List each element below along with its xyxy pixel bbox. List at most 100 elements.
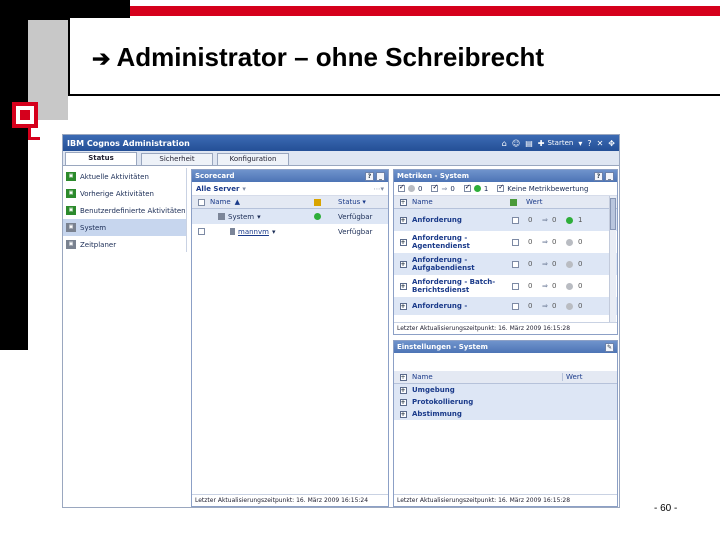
- metrics-header: Metriken - System ? _: [394, 170, 617, 182]
- row-checkbox[interactable]: [512, 216, 519, 224]
- status-ok-icon: [314, 213, 321, 220]
- table-row[interactable]: + Anforderung - 0 ⇒ 0 0: [394, 297, 617, 315]
- system-icon: ▣: [66, 223, 76, 232]
- column-name[interactable]: Name: [412, 373, 562, 381]
- left-navigation: ▣ Aktuelle Aktivitäten ▣ Vorherige Aktivit…: [63, 168, 187, 252]
- help-icon[interactable]: ?: [587, 139, 591, 148]
- settings-column-header: + Name Wert: [394, 371, 617, 384]
- expand-icon[interactable]: +: [399, 216, 407, 224]
- scroll-thumb[interactable]: [610, 198, 616, 230]
- help-icon[interactable]: ?: [365, 171, 374, 181]
- expand-icon[interactable]: +: [399, 398, 407, 406]
- column-status[interactable]: Status ▾: [338, 198, 388, 206]
- slide: ➔ Administrator – ohne Schreibrecht IBM C…: [0, 0, 720, 540]
- expand-icon[interactable]: +: [399, 302, 407, 310]
- status-unknown-icon: [566, 282, 573, 290]
- metrics-scrollbar[interactable]: [609, 196, 616, 322]
- table-row[interactable]: + Anforderung - Batch- Berichtsdienst 0 ⇒…: [394, 275, 617, 297]
- scorecard-toolbar: Alle Server ▾ ⋯▾: [192, 182, 388, 196]
- column-name[interactable]: Name ▲: [210, 198, 314, 206]
- expand-all-icon[interactable]: +: [399, 198, 407, 206]
- filter-checkbox[interactable]: [497, 183, 505, 192]
- metric-type-icon: [510, 198, 517, 206]
- trend-icon: ⇒: [441, 184, 448, 193]
- table-row[interactable]: mannvm ▾ Verfügbar: [192, 224, 388, 239]
- edit-icon[interactable]: ✎: [605, 342, 614, 352]
- filter-checkbox[interactable]: [398, 183, 405, 192]
- settings-footer: Letzter Aktualisierungszeitpunkt: 16. Mä…: [394, 494, 617, 506]
- expand-all-icon[interactable]: +: [399, 373, 407, 381]
- metrics-filter-bar: 0 ⇒ 0 1 Keine Metrikbewertung: [394, 182, 617, 196]
- chevron-down-icon[interactable]: ▾: [272, 228, 276, 236]
- column-name[interactable]: Name: [412, 198, 510, 206]
- close-icon[interactable]: ✕: [597, 139, 604, 148]
- system-icon: [218, 213, 225, 220]
- home-icon[interactable]: ⌂: [502, 139, 507, 148]
- arrow-right-icon: ➔: [92, 46, 111, 71]
- expand-icon[interactable]: ✥: [608, 139, 615, 148]
- table-row[interactable]: + Anforderung - Aufgabendienst 0 ⇒ 0 0: [394, 253, 617, 275]
- new-icon[interactable]: ✚: [538, 139, 545, 148]
- trend-icon: ⇒: [542, 282, 548, 290]
- expand-icon[interactable]: +: [399, 282, 407, 290]
- table-row[interactable]: System ▾ Verfügbar: [192, 209, 388, 224]
- row-checkbox[interactable]: [197, 228, 205, 235]
- status-ok-icon: [566, 216, 573, 224]
- settings-panel: Einstellungen - System ✎ + Name Wert + U…: [393, 340, 618, 507]
- red-connector-arrow: [28, 137, 40, 140]
- tab-status[interactable]: Status: [65, 152, 137, 165]
- filter-checkbox[interactable]: [463, 183, 471, 192]
- chevron-down-icon[interactable]: ▾: [242, 185, 246, 193]
- tab-security[interactable]: Sicherheit: [141, 153, 213, 165]
- trend-icon: ⇒: [542, 302, 548, 310]
- metrics-footer: Letzter Aktualisierungszeitpunkt: 16. Mä…: [394, 322, 617, 334]
- decor-black-bar: [0, 0, 130, 20]
- status-unknown-icon: [566, 260, 573, 268]
- row-checkbox[interactable]: [512, 302, 519, 310]
- column-value[interactable]: Wert: [526, 198, 542, 206]
- help-icon[interactable]: ?: [594, 171, 603, 181]
- nav-item-past-activities[interactable]: ▣ Vorherige Aktivitäten: [63, 185, 186, 202]
- minimize-icon[interactable]: _: [605, 171, 614, 181]
- server-filter[interactable]: Alle Server: [196, 185, 239, 193]
- status-unknown-icon: [408, 185, 415, 192]
- column-value[interactable]: Wert: [562, 373, 582, 381]
- table-row[interactable]: + Umgebung: [394, 384, 617, 396]
- expand-icon[interactable]: +: [399, 410, 407, 418]
- app-header: IBM Cognos Administration ⌂ ☺ ▤ ✚ Starte…: [63, 135, 619, 151]
- table-row[interactable]: + Abstimmung: [394, 408, 617, 420]
- folder-icon[interactable]: ▤: [525, 139, 533, 148]
- nav-item-current-activities[interactable]: ▣ Aktuelle Aktivitäten: [63, 168, 186, 185]
- row-checkbox[interactable]: [512, 282, 519, 290]
- row-checkbox[interactable]: [512, 238, 519, 246]
- table-row[interactable]: + Anforderung - Agentendienst 0 ⇒ 0 0: [394, 231, 617, 253]
- activity-icon: ▣: [66, 172, 76, 181]
- table-row[interactable]: + Anforderung 0 ⇒ 0 1: [394, 209, 617, 231]
- scheduler-icon: ▣: [66, 240, 76, 249]
- chevron-down-icon[interactable]: ▾: [578, 139, 582, 148]
- tab-configuration[interactable]: Konfiguration: [217, 153, 289, 165]
- row-checkbox[interactable]: [512, 260, 519, 268]
- select-all-checkbox[interactable]: [197, 198, 205, 206]
- expand-icon[interactable]: +: [399, 386, 407, 394]
- status-unknown-icon: [566, 302, 573, 310]
- history-icon: ▣: [66, 189, 76, 198]
- nav-item-system[interactable]: ▣ System: [63, 219, 186, 236]
- nav-item-upcoming-activities[interactable]: ▣ Benutzerdefinierte Aktivitäten: [63, 202, 186, 219]
- list-options-icon[interactable]: ⋯▾: [373, 185, 384, 193]
- status-unknown-icon: [566, 238, 573, 246]
- server-type-icon: [314, 198, 321, 206]
- filter-checkbox[interactable]: [431, 183, 439, 192]
- user-icon[interactable]: ☺: [512, 139, 520, 148]
- red-square-icon: [12, 102, 38, 128]
- start-menu[interactable]: Starten: [547, 139, 573, 147]
- nav-item-scheduler[interactable]: ▣ Zeitplaner: [63, 236, 186, 253]
- server-icon: [230, 228, 235, 235]
- scorecard-footer: Letzter Aktualisierungszeitpunkt: 16. Mä…: [192, 494, 388, 506]
- chevron-down-icon[interactable]: ▾: [257, 213, 261, 221]
- expand-icon[interactable]: +: [399, 260, 407, 268]
- minimize-icon[interactable]: _: [376, 171, 385, 181]
- table-row[interactable]: + Protokollierung: [394, 396, 617, 408]
- tab-bar: Status Sicherheit Konfiguration: [63, 151, 619, 166]
- expand-icon[interactable]: +: [399, 238, 407, 246]
